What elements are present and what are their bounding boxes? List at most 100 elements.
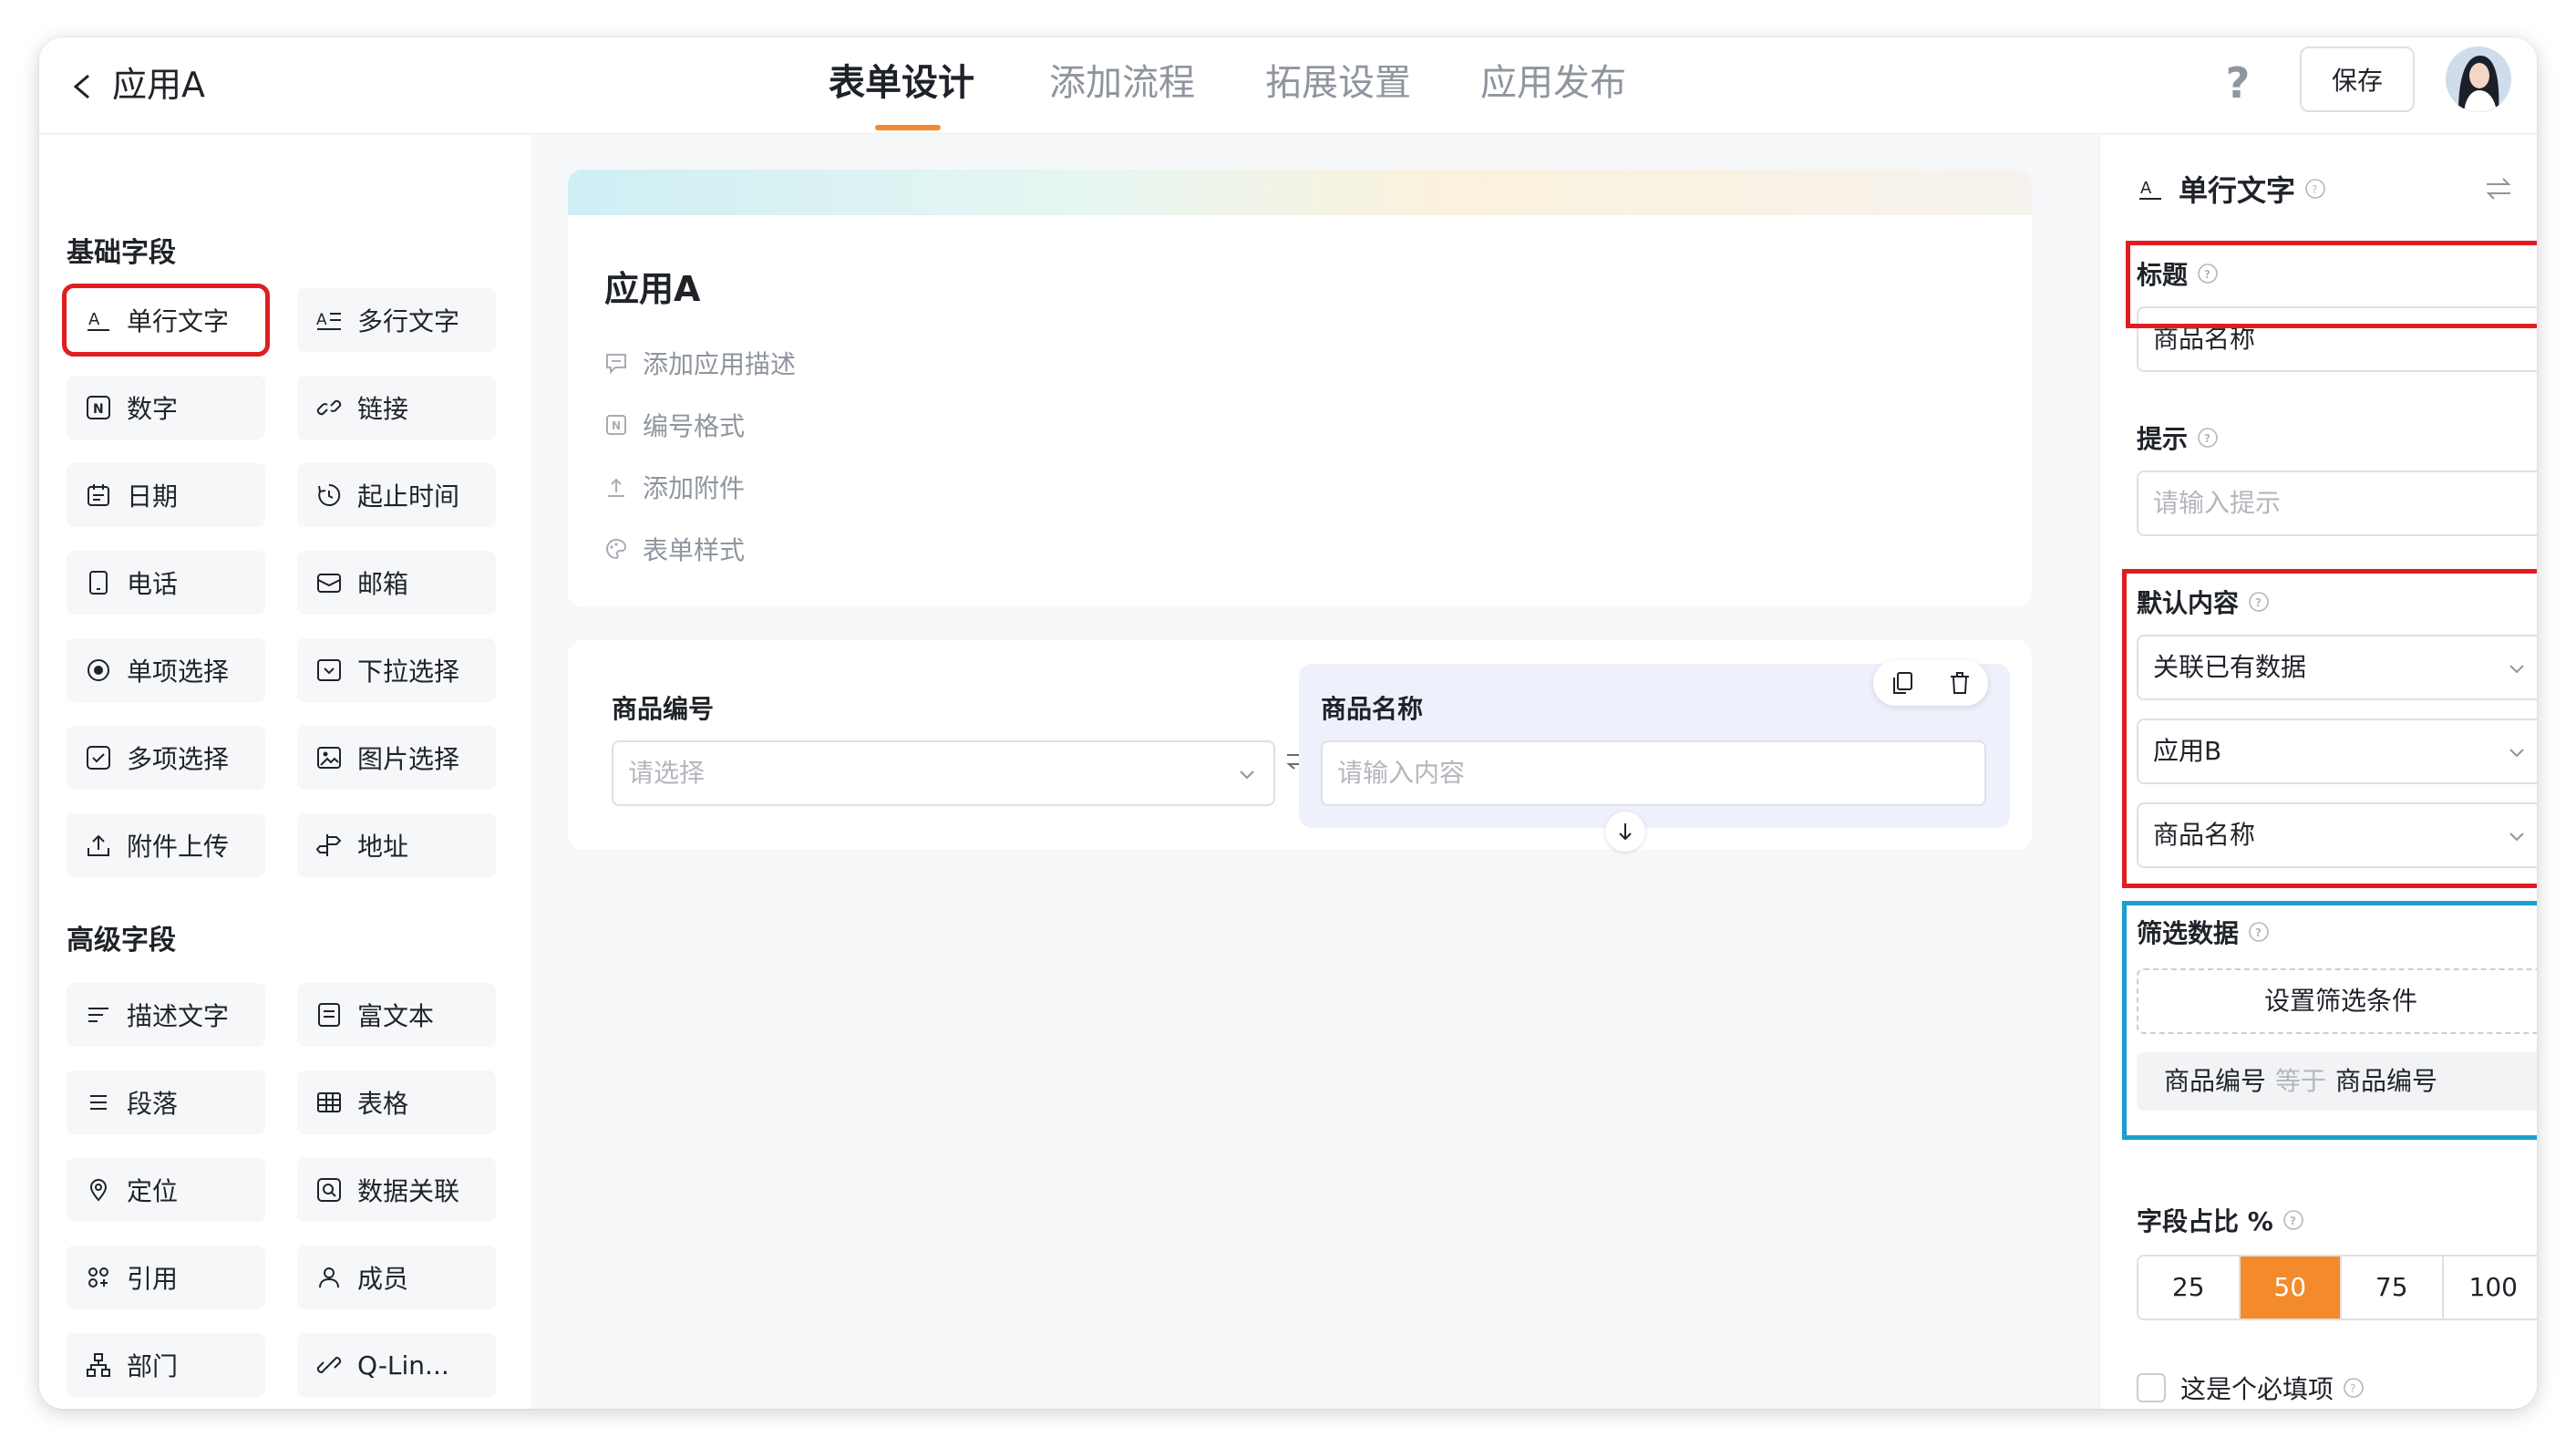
switch-type-icon[interactable] xyxy=(2483,175,2514,202)
title-label: 标题 ? xyxy=(2137,255,2219,292)
basic-fields-title: 基础字段 xyxy=(67,237,176,269)
width-option-50[interactable]: 50 xyxy=(2240,1257,2342,1319)
product-name-input[interactable]: 请输入内容 xyxy=(1321,740,1986,806)
field-label: 图片选择 xyxy=(357,744,460,774)
svg-text:?: ? xyxy=(2255,926,2262,939)
field-location[interactable]: 定位 xyxy=(67,1158,265,1222)
number-format-link[interactable]: N 编号格式 xyxy=(604,407,745,443)
field-label: 富文本 xyxy=(357,1001,435,1031)
tab-extend-settings[interactable]: 拓展设置 xyxy=(1265,54,1411,112)
field-phone[interactable]: 电话 xyxy=(67,551,265,615)
field-email[interactable]: 邮箱 xyxy=(297,551,496,615)
table-icon xyxy=(317,1092,341,1112)
filter-condition[interactable]: 商品编号 等于 商品编号 xyxy=(2137,1052,2537,1111)
chevron-down-icon xyxy=(2509,749,2524,758)
field-number[interactable]: N 数字 xyxy=(67,376,265,440)
field-radio[interactable]: 单项选择 xyxy=(67,638,265,702)
width-option-75[interactable]: 75 xyxy=(2342,1257,2444,1319)
help-circle-icon[interactable]: ? xyxy=(2248,921,2270,943)
default-content-label: 默认内容 ? xyxy=(2137,584,2270,620)
field-checkbox[interactable]: 多项选择 xyxy=(67,726,265,790)
width-option-100[interactable]: 100 xyxy=(2443,1257,2537,1319)
field-q-link[interactable]: Q-Lin... xyxy=(297,1333,496,1397)
image-icon xyxy=(317,747,341,769)
field-table[interactable]: 表格 xyxy=(297,1070,496,1134)
field-dropdown[interactable]: 下拉选择 xyxy=(297,638,496,702)
required-label: 这是个必填项 xyxy=(2180,1374,2334,1404)
save-button[interactable]: 保存 xyxy=(2300,47,2415,112)
form-style-link[interactable]: 表单样式 xyxy=(604,531,745,567)
field-member[interactable]: 成员 xyxy=(297,1246,496,1309)
arrow-down-icon[interactable] xyxy=(1605,812,1645,852)
field-single-line-text[interactable]: A 单行文字 xyxy=(62,284,270,357)
field-label: 成员 xyxy=(357,1264,409,1294)
link-icon xyxy=(316,399,342,416)
field-reference[interactable]: 引用 xyxy=(67,1246,265,1309)
condition-left: 商品编号 xyxy=(2164,1066,2267,1096)
form-title[interactable]: 应用A xyxy=(604,261,700,311)
svg-text:?: ? xyxy=(2204,268,2210,281)
product-code-select[interactable]: 请选择 xyxy=(612,740,1275,806)
copy-icon[interactable] xyxy=(1889,669,1916,697)
help-circle-icon[interactable]: ? xyxy=(2248,591,2270,613)
signpost-icon xyxy=(315,834,342,856)
field-address[interactable]: 地址 xyxy=(297,813,496,877)
field-label: 附件上传 xyxy=(127,832,230,862)
help-circle-icon[interactable]: ? xyxy=(2282,1209,2304,1231)
help-circle-icon[interactable]: ? xyxy=(2343,1377,2365,1399)
tab-add-flow[interactable]: 添加流程 xyxy=(1049,54,1195,112)
field-label: 邮箱 xyxy=(357,569,409,599)
add-attachment-link[interactable]: 添加附件 xyxy=(604,469,745,505)
attachment-upload-icon xyxy=(608,478,624,497)
chevron-left-icon[interactable] xyxy=(65,65,101,109)
data-link-icon xyxy=(317,1178,341,1202)
field-time-range[interactable]: 起止时间 xyxy=(297,463,496,527)
help-circle-icon[interactable]: ? xyxy=(2304,178,2326,200)
avatar[interactable] xyxy=(2446,47,2511,112)
chevron-down-icon xyxy=(2509,833,2524,842)
required-checkbox[interactable] xyxy=(2137,1373,2166,1402)
field-palette: 基础字段 A 单行文字 A 多行文字 N 数字 链接 日期 起止时间 电话 邮箱… xyxy=(39,135,531,1409)
add-description-link[interactable]: 添加应用描述 xyxy=(604,345,796,381)
field-data-link[interactable]: 数据关联 xyxy=(297,1158,496,1222)
trash-icon[interactable] xyxy=(1946,669,1973,697)
field-department[interactable]: 部门 xyxy=(67,1333,265,1397)
svg-text:A: A xyxy=(316,311,327,329)
default-source-select[interactable]: 关联已有数据 xyxy=(2137,635,2537,700)
field-label: 单行文字 xyxy=(127,306,230,336)
svg-text:?: ? xyxy=(2255,596,2262,609)
form-canvas: 应用A 添加应用描述 N 编号格式 添加附件 表单样式 商品编号 请选择 商品名… xyxy=(531,135,2099,1409)
field-rich-text[interactable]: 富文本 xyxy=(297,983,496,1047)
help-circle-icon[interactable]: ? xyxy=(2197,263,2219,284)
field-multi-line-text[interactable]: A 多行文字 xyxy=(297,288,496,352)
field-label: 下拉选择 xyxy=(357,657,460,687)
field-image-select[interactable]: 图片选择 xyxy=(297,726,496,790)
field-link[interactable]: 链接 xyxy=(297,376,496,440)
width-option-25[interactable]: 25 xyxy=(2138,1257,2241,1319)
condition-right: 商品编号 xyxy=(2335,1066,2438,1096)
field-attachment[interactable]: 附件上传 xyxy=(67,813,265,877)
tab-form-design[interactable]: 表单设计 xyxy=(829,54,974,112)
field-date[interactable]: 日期 xyxy=(67,463,265,527)
source-field-select[interactable]: 商品名称 xyxy=(2137,802,2537,868)
field-description[interactable]: 描述文字 xyxy=(67,983,265,1047)
tab-publish[interactable]: 应用发布 xyxy=(1480,54,1626,112)
field-label-product-code: 商品编号 xyxy=(612,694,715,724)
field-width-segmented: 25 50 75 100 xyxy=(2137,1255,2537,1320)
field-label: 定位 xyxy=(127,1176,179,1206)
field-label: 链接 xyxy=(357,394,409,424)
chevron-down-icon xyxy=(2509,665,2524,674)
title-input[interactable]: 商品名称 xyxy=(2137,306,2537,372)
source-app-select[interactable]: 应用B xyxy=(2137,719,2537,784)
field-label: 多项选择 xyxy=(127,744,230,774)
hint-input[interactable]: 请输入提示 xyxy=(2137,471,2537,536)
upload-icon xyxy=(88,834,109,856)
svg-text:A: A xyxy=(2140,179,2152,198)
palette-icon xyxy=(606,538,626,560)
set-filter-button[interactable]: 设置筛选条件 xyxy=(2137,968,2537,1034)
field-label: 表格 xyxy=(357,1089,409,1119)
help-icon[interactable]: ? xyxy=(2214,56,2262,110)
help-circle-icon[interactable]: ? xyxy=(2197,427,2219,449)
radio-icon xyxy=(88,659,109,681)
field-paragraph[interactable]: 段落 xyxy=(67,1070,265,1134)
